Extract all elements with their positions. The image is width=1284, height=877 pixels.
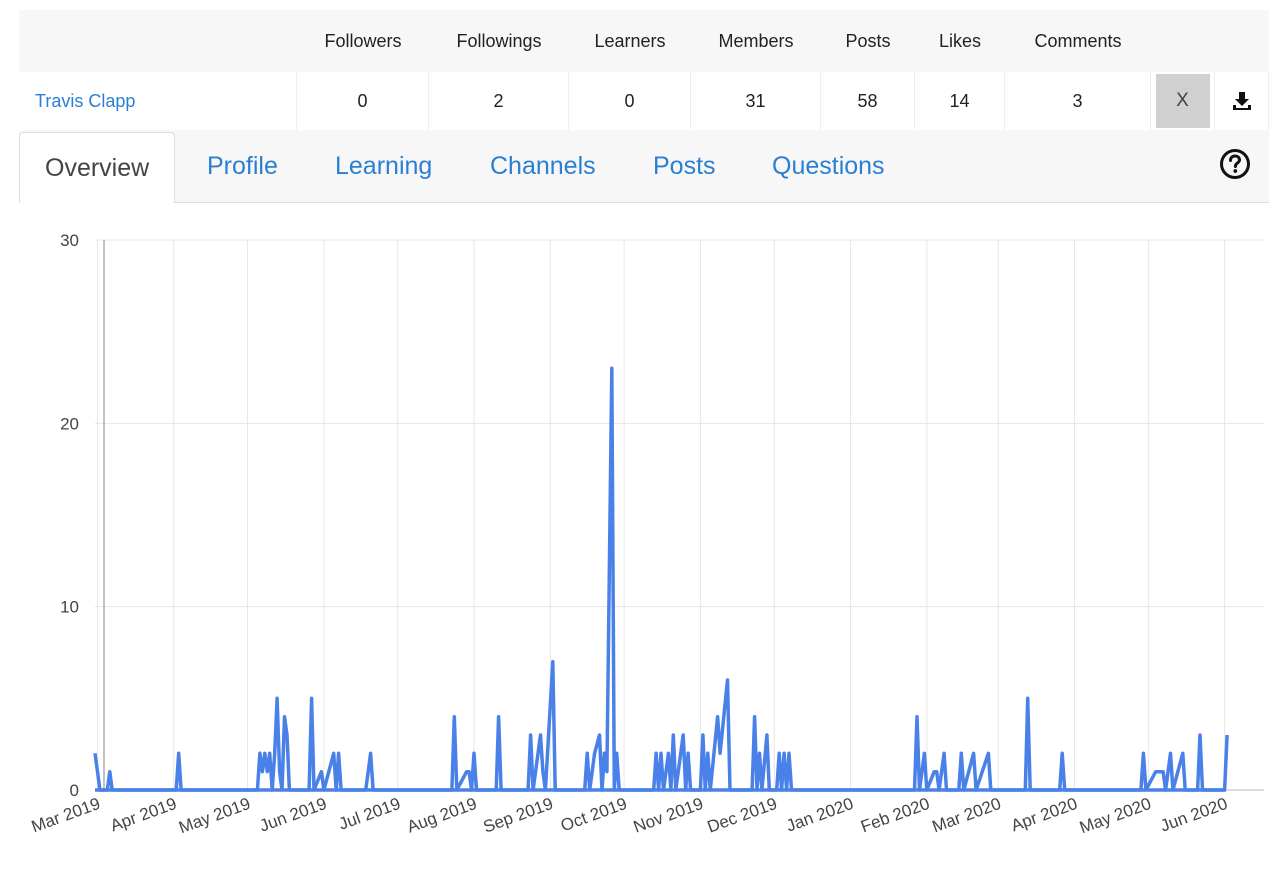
x-tick-label: Aug 2019 <box>404 794 479 837</box>
help-circle-icon[interactable] <box>1219 148 1251 180</box>
y-tick-label: 20 <box>60 414 79 433</box>
tab-questions[interactable]: Questions <box>772 130 885 203</box>
stats-header-row: Followers Followings Learners Members Po… <box>19 10 1269 72</box>
value-followers: 0 <box>297 72 429 130</box>
x-tick-label: Jun 2019 <box>257 794 329 836</box>
value-learners: 0 <box>569 72 691 130</box>
download-icon[interactable] <box>1231 90 1253 112</box>
x-tick-label: May 2020 <box>1077 794 1154 837</box>
x-tick-label: Jun 2020 <box>1158 794 1230 836</box>
header-followers: Followers <box>324 30 402 51</box>
stats-values-row: Travis Clapp 0 2 0 31 58 14 3 X <box>19 72 1269 130</box>
x-tick-label: Dec 2019 <box>705 794 780 837</box>
close-button[interactable]: X <box>1155 74 1210 128</box>
activity-series-line <box>93 366 1229 792</box>
x-tick-label: Feb 2020 <box>858 794 932 836</box>
header-posts: Posts <box>845 30 891 51</box>
x-tick-label: Mar 2020 <box>930 794 1004 836</box>
activity-chart: 0102030Mar 2019 Apr 2019May 2019 Jun 2019 J… <box>29 231 1264 837</box>
header-comments: Comments <box>1034 30 1122 51</box>
header-learners: Learners <box>594 30 666 51</box>
x-tick-label: Jul 2019 <box>336 794 403 834</box>
user-name-link[interactable]: Travis Clapp <box>35 91 135 112</box>
close-cell: X <box>1151 72 1215 130</box>
stats-table: Followers Followings Learners Members Po… <box>19 10 1269 130</box>
tab-learning[interactable]: Learning <box>335 130 432 203</box>
tab-overview[interactable]: Overview <box>19 132 176 204</box>
x-tick-label: Nov 2019 <box>631 794 706 837</box>
x-tick-label: Sep 2019 <box>481 794 556 837</box>
header-blank-x <box>1151 10 1215 72</box>
tab-posts[interactable]: Posts <box>653 130 716 203</box>
value-likes: 14 <box>915 72 1005 130</box>
activity-chart-panel: 0 10 20 30 Mar 2019 Apr 2019 May 2019 Jun 2019 J… <box>19 203 1269 872</box>
download-cell <box>1215 72 1269 130</box>
header-members: Members <box>718 30 794 51</box>
header-followings: Followings <box>456 30 542 51</box>
x-tick-label: Apr 2019 <box>108 794 179 835</box>
value-posts: 58 <box>821 72 915 130</box>
y-tick-label: 10 <box>60 598 79 617</box>
x-tick-label: Oct 2019 <box>558 794 629 835</box>
header-likes: Likes <box>938 30 982 51</box>
tab-profile[interactable]: Profile <box>207 130 278 203</box>
y-tick-label: 0 <box>70 781 79 800</box>
user-cell: Travis Clapp <box>19 72 297 130</box>
y-tick-label: 30 <box>60 231 79 250</box>
value-comments: 3 <box>1005 72 1151 130</box>
x-tick-label: Apr 2020 <box>1009 794 1080 835</box>
tab-channels[interactable]: Channels <box>490 130 596 203</box>
x-tick-label: May 2019 <box>176 794 253 837</box>
x-tick-label: Jan 2020 <box>784 794 856 836</box>
x-tick-label: Mar 2019 <box>29 794 103 836</box>
header-blank-dl <box>1215 10 1269 72</box>
value-members: 31 <box>691 72 821 130</box>
tab-bar: Overview Profile Learning Channels Posts… <box>19 130 1269 204</box>
header-blank <box>19 10 297 72</box>
value-followings: 2 <box>429 72 569 130</box>
